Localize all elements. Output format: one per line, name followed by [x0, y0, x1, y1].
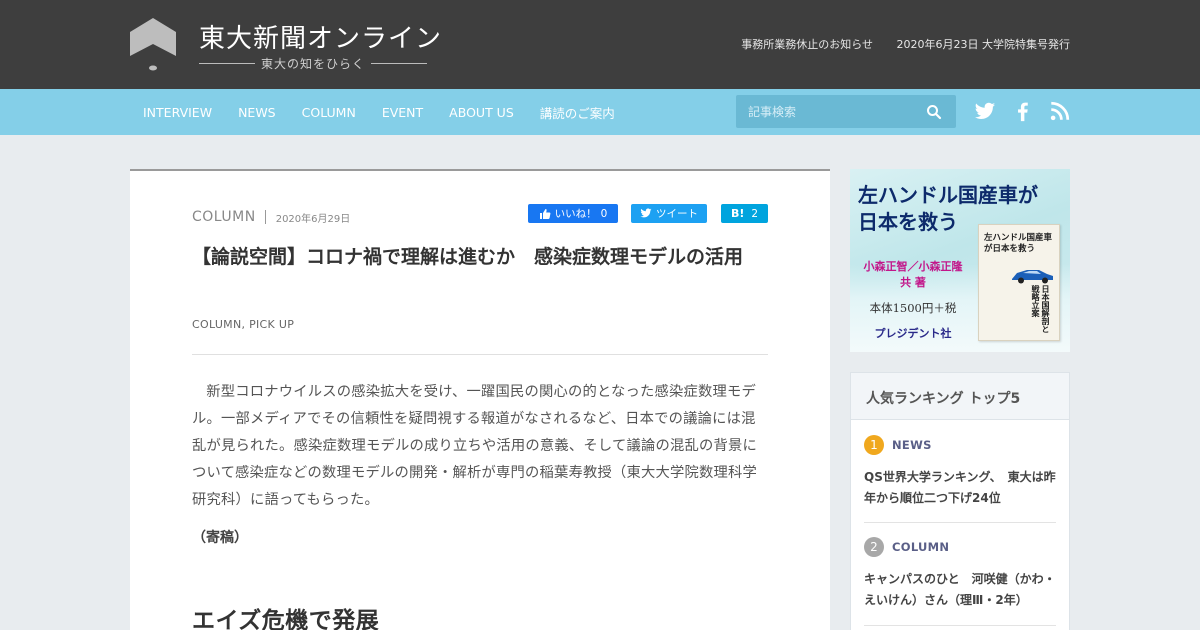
ad-headline-line1: 左ハンドル国産車が — [858, 183, 1038, 207]
hatena-bookmark-count: 2 — [751, 207, 759, 220]
article-lead: 新型コロナウイルスの感染拡大を受け、一躍国民の関心の的となった感染症数理モデル。… — [192, 384, 757, 508]
ranking-widget: 人気ランキング トップ5 1 NEWS QS世界大学ランキング、 東大は昨年から… — [850, 372, 1070, 630]
nav-item-subscription[interactable]: 講読のご案内 — [540, 103, 615, 122]
rss-icon[interactable] — [1049, 98, 1071, 124]
thumbs-up-icon — [539, 208, 551, 219]
ranking-item-2-title[interactable]: キャンパスのひと 河咲健（かわ・えいけん）さん（理Ⅲ・2年） — [864, 569, 1056, 611]
nav-item-interview[interactable]: INTERVIEW — [143, 105, 212, 120]
ranking-item-1-category[interactable]: NEWS — [892, 438, 932, 452]
ranking-divider — [864, 625, 1056, 626]
search-input[interactable] — [736, 95, 916, 128]
nav-item-event[interactable]: EVENT — [382, 105, 423, 120]
ranking-item-1-meta: 1 NEWS — [864, 435, 1056, 455]
article-card: COLUMN 2020年6月29日 いいね！ 0 ツイート B! 2 【論説空間… — [130, 169, 830, 630]
search-icon[interactable] — [926, 104, 942, 120]
ad-authors-role: 共 著 — [900, 276, 926, 289]
header-links: 事務所業務休止のお知らせ 2020年6月23日 大学院特集号発行 — [721, 36, 1070, 52]
twitter-icon[interactable] — [974, 98, 996, 124]
ranking-item-2-category[interactable]: COLUMN — [892, 540, 949, 554]
logo-icon[interactable] — [130, 18, 176, 72]
article-meta: COLUMN 2020年6月29日 — [192, 209, 350, 225]
search-box — [736, 95, 956, 128]
nav-item-column[interactable]: COLUMN — [302, 105, 356, 120]
tweet-label: ツイート — [656, 208, 698, 220]
facebook-icon[interactable] — [1012, 98, 1034, 124]
nav-item-news[interactable]: NEWS — [238, 105, 276, 120]
hatena-bookmark-button[interactable]: B! 2 — [721, 204, 768, 223]
tagline: 東大の知をひらく — [199, 54, 427, 72]
twitter-bird-icon — [640, 208, 652, 218]
facebook-like-button[interactable]: いいね！ 0 — [528, 204, 618, 223]
book-cover-vertical-title: 日本国解剖と戦略立案 — [1031, 285, 1051, 333]
site-header: 東大新聞オンライン 東大の知をひらく 事務所業務休止のお知らせ 2020年6月2… — [0, 0, 1200, 89]
ranking-title: 人気ランキング トップ5 — [866, 391, 1021, 407]
hatena-bookmark-icon: B! — [730, 207, 745, 220]
tagline-rule-right — [371, 63, 427, 64]
ad-publisher: プレジデント社 — [874, 327, 952, 340]
article-subheading: エイズ危機で発展 — [192, 608, 380, 630]
ranking-item-1[interactable]: 1 NEWS QS世界大学ランキング、 東大は昨年から順位二つ下げ24位 — [864, 435, 1056, 509]
car-icon — [1012, 270, 1053, 284]
meta-separator — [264, 210, 266, 224]
book-cover-title: 左ハンドル国産車が日本を救う — [984, 233, 1053, 254]
nav-item-about-us[interactable]: ABOUT US — [449, 105, 514, 120]
ad-price: 本体1500円＋税 — [869, 301, 957, 315]
facebook-like-count: 0 — [600, 207, 608, 220]
book-ad-banner[interactable]: 左ハンドル国産車が 日本を救う 小森正智／小森正隆 共 著 本体1500円＋税 … — [850, 169, 1070, 352]
ranking-item-2-meta: 2 COLUMN — [864, 537, 1056, 557]
ranking-item-1-title[interactable]: QS世界大学ランキング、 東大は昨年から順位二つ下げ24位 — [864, 467, 1056, 509]
book-cover: 左ハンドル国産車が日本を救う 日本国解剖と戦略立案 — [978, 224, 1060, 341]
site-title[interactable]: 東大新聞オンライン — [199, 18, 442, 55]
tweet-button[interactable]: ツイート — [631, 204, 707, 223]
article-note: （寄稿） — [192, 530, 248, 546]
article-tags[interactable]: COLUMN, PICK UP — [192, 318, 294, 331]
rank-badge-2: 2 — [864, 537, 884, 557]
ad-authors-names: 小森正智／小森正隆 — [863, 260, 963, 273]
article-date: 2020年6月29日 — [275, 213, 351, 225]
ranking-header: 人気ランキング トップ5 — [851, 373, 1069, 420]
ranking-item-2[interactable]: 2 COLUMN キャンパスのひと 河咲健（かわ・えいけん）さん（理Ⅲ・2年） — [864, 537, 1056, 611]
rank-badge-1: 1 — [864, 435, 884, 455]
header-link-issue[interactable]: 2020年6月23日 大学院特集号発行 — [897, 38, 1071, 51]
article-category[interactable]: COLUMN — [192, 209, 256, 225]
nav-items: INTERVIEW NEWS COLUMN EVENT ABOUT US 講読の… — [143, 89, 641, 135]
ranking-divider — [864, 522, 1056, 523]
facebook-like-label: いいね！ — [554, 208, 597, 220]
ad-authors: 小森正智／小森正隆 共 著 — [858, 259, 968, 291]
header-link-notice[interactable]: 事務所業務休止のお知らせ — [741, 38, 873, 51]
article-title: 【論説空間】コロナ禍で理解は進むか 感染症数理モデルの活用 — [192, 246, 744, 268]
article-divider — [192, 354, 768, 355]
